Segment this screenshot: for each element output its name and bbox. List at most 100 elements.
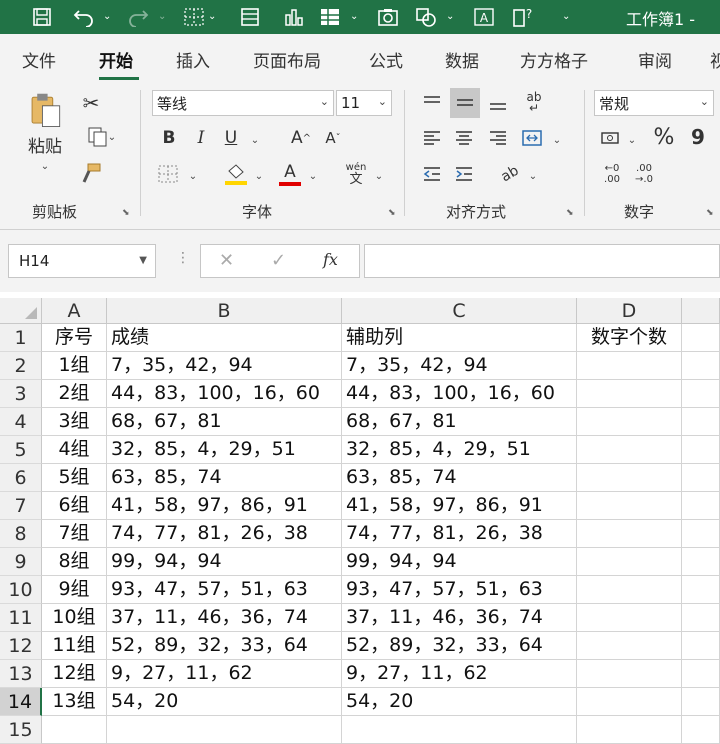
decrease-decimal-button[interactable]: .00 →.0 [630, 160, 658, 188]
table-cell[interactable]: 44，83，100，16，60 [107, 380, 342, 408]
table-cell[interactable] [577, 716, 682, 744]
row-header[interactable]: 4 [0, 408, 42, 436]
table-cell[interactable]: 99，94，94 [342, 548, 577, 576]
fill-color-button[interactable] [222, 160, 250, 188]
align-center-button[interactable] [450, 126, 478, 150]
table-cell[interactable]: 54，20 [107, 688, 342, 716]
tab-review[interactable]: 审阅 [638, 47, 672, 72]
table-icon[interactable] [316, 4, 344, 30]
borders-icon[interactable] [180, 4, 208, 30]
row-header[interactable]: 3 [0, 380, 42, 408]
fill-color-dropdown-icon[interactable]: ⌄ [252, 166, 266, 186]
tab-fangfang-gezi[interactable]: 方方格子 [520, 47, 588, 72]
decrease-indent-button[interactable] [418, 162, 446, 186]
table-cell[interactable]: 44，83，100，16，60 [342, 380, 577, 408]
redo-dropdown-icon[interactable]: ⌄ [158, 11, 166, 22]
table-cell[interactable] [682, 464, 720, 492]
table-cell[interactable] [577, 408, 682, 436]
table-cell[interactable]: 52，89，32，33，64 [342, 632, 577, 660]
table-cell[interactable] [682, 688, 720, 716]
table-cell[interactable]: 93，47，57，51，63 [107, 576, 342, 604]
table-cell[interactable]: 37，11，46，36，74 [107, 604, 342, 632]
table-cell[interactable]: 68，67，81 [107, 408, 342, 436]
tab-page-layout[interactable]: 页面布局 [253, 47, 321, 72]
number-format-select[interactable]: 常规 ⌄ [594, 90, 714, 116]
insert-function-icon[interactable]: fx [323, 250, 338, 269]
table-cell[interactable] [577, 520, 682, 548]
undo-icon[interactable] [70, 4, 98, 30]
table-cell[interactable] [577, 632, 682, 660]
row-header[interactable]: 9 [0, 548, 42, 576]
name-box-dropdown-icon[interactable]: ▼ [139, 255, 147, 266]
font-name-select[interactable]: 等线 ⌄ [152, 90, 334, 116]
column-header-e[interactable] [682, 298, 720, 324]
borders-dropdown-icon[interactable]: ⌄ [208, 11, 216, 22]
select-all-button[interactable] [0, 298, 42, 324]
table-cell[interactable] [577, 576, 682, 604]
paste-dropdown-icon[interactable]: ⌄ [41, 161, 49, 172]
row-header[interactable]: 11 [0, 604, 42, 632]
header-cell[interactable]: 辅助列 [342, 324, 577, 352]
table-cell[interactable]: 63，85，74 [342, 464, 577, 492]
bold-button[interactable]: B [158, 126, 180, 150]
table-cell[interactable]: 74，77，81，26，38 [107, 520, 342, 548]
table-cell[interactable] [682, 380, 720, 408]
column-header-c[interactable]: C [342, 298, 577, 324]
borders-dropdown-caret[interactable]: ⌄ [186, 166, 200, 186]
copy-dropdown-icon[interactable]: ⌄ [108, 132, 116, 143]
column-header-a[interactable]: A [42, 298, 107, 324]
table-cell[interactable] [682, 716, 720, 744]
tab-formulas[interactable]: 公式 [369, 47, 403, 72]
decrease-font-size-button[interactable]: Aˇ [320, 126, 346, 150]
borders-button[interactable] [154, 162, 182, 186]
table-cell[interactable]: 93，47，57，51，63 [342, 576, 577, 604]
table-cell[interactable] [577, 492, 682, 520]
name-box[interactable]: H14 ▼ [8, 244, 156, 278]
row-header[interactable]: 2 [0, 352, 42, 380]
table-cell[interactable]: 7，35，42，94 [107, 352, 342, 380]
table-cell[interactable]: 68，67，81 [342, 408, 577, 436]
shapes-icon[interactable] [412, 4, 440, 30]
font-size-dropdown-icon[interactable]: ⌄ [378, 95, 387, 108]
table-cell[interactable]: 5组 [42, 464, 107, 492]
table-cell[interactable] [577, 352, 682, 380]
form-icon[interactable] [236, 4, 264, 30]
table-cell[interactable]: 41，58，97，86，91 [107, 492, 342, 520]
merge-center-button[interactable] [518, 126, 546, 150]
italic-button[interactable]: I [190, 126, 212, 150]
table-cell[interactable]: 8组 [42, 548, 107, 576]
formula-bar-resize-handle[interactable]: ⋮ [176, 250, 190, 266]
row-header[interactable]: 8 [0, 520, 42, 548]
table-cell[interactable] [577, 548, 682, 576]
camera-icon[interactable] [374, 4, 402, 30]
table-cell[interactable] [682, 492, 720, 520]
table-cell[interactable]: 41，58，97，86，91 [342, 492, 577, 520]
increase-indent-button[interactable] [450, 162, 478, 186]
font-launcher-icon[interactable]: ⬊ [388, 208, 396, 218]
accounting-format-icon[interactable] [598, 126, 624, 150]
table-cell[interactable]: 9组 [42, 576, 107, 604]
table-cell[interactable] [577, 436, 682, 464]
row-header[interactable]: 7 [0, 492, 42, 520]
table-cell[interactable] [682, 604, 720, 632]
table-cell[interactable]: 6组 [42, 492, 107, 520]
top-align-button[interactable] [418, 90, 446, 116]
cancel-icon[interactable]: ✕ [219, 250, 234, 271]
orientation-dropdown-icon[interactable]: ⌄ [526, 166, 540, 186]
table-cell[interactable]: 37，11，46，36，74 [342, 604, 577, 632]
formula-input[interactable] [364, 244, 720, 278]
percent-style-button[interactable]: % [650, 122, 678, 152]
table-cell[interactable]: 13组 [42, 688, 107, 716]
number-launcher-icon[interactable]: ⬊ [706, 208, 714, 218]
font-size-select[interactable]: 11 ⌄ [336, 90, 392, 116]
table-cell[interactable] [342, 716, 577, 744]
paste-button[interactable]: 粘贴 ⌄ [20, 92, 70, 172]
column-header-b[interactable]: B [107, 298, 342, 324]
underline-dropdown-icon[interactable]: ⌄ [248, 130, 262, 150]
row-header[interactable]: 1 [0, 324, 42, 352]
quick-access-customize-icon[interactable]: ⌄ [562, 11, 570, 22]
table-cell[interactable]: 4组 [42, 436, 107, 464]
row-header[interactable]: 12 [0, 632, 42, 660]
table-cell[interactable] [682, 352, 720, 380]
alignment-launcher-icon[interactable]: ⬊ [566, 208, 574, 218]
